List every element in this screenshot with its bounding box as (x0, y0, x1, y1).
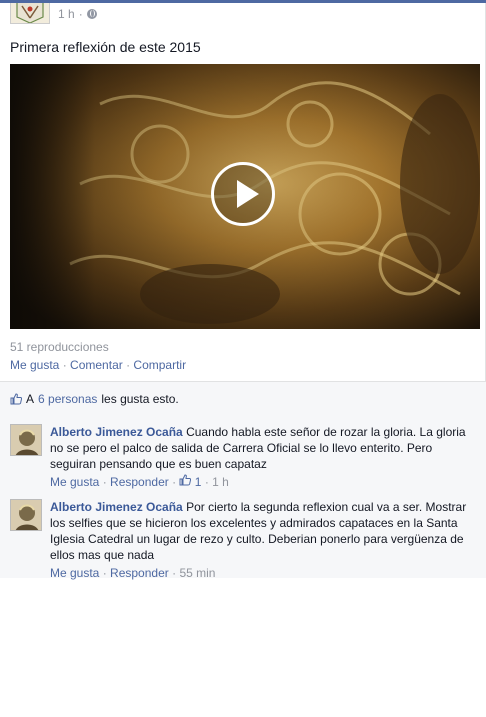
separator: · (126, 358, 131, 372)
video-player[interactable] (10, 64, 480, 329)
share-link[interactable]: Compartir (133, 358, 186, 372)
separator: · (172, 566, 177, 580)
separator: · (102, 566, 107, 580)
like-link[interactable]: Me gusta (10, 358, 59, 372)
page-avatar[interactable] (10, 3, 50, 24)
view-count: 51 reproducciones (10, 340, 109, 354)
thumbs-up-icon (179, 474, 192, 486)
comment-time[interactable]: 1 h (212, 475, 229, 489)
comment-reply-link[interactable]: Responder (110, 475, 169, 489)
comment-time[interactable]: 55 min (179, 566, 215, 580)
comment-item: Alberto Jimenez Ocaña Por cierto la segu… (10, 499, 476, 580)
post-text: Primera reflexión de este 2015 (10, 39, 201, 55)
comment-like-link[interactable]: Me gusta (50, 566, 99, 580)
post-meta: 1 h · (58, 7, 97, 21)
meta-separator: · (78, 7, 83, 21)
feedback-section: A 6 personas les gusta esto. Alberto Jim… (0, 381, 486, 580)
comment-author[interactable]: Alberto Jimenez Ocaña (50, 500, 183, 514)
globe-icon (86, 9, 97, 19)
separator: · (172, 475, 177, 489)
comment-meta: Me gusta · Responder · 1 · 1 h (50, 474, 474, 490)
likes-suffix: les gusta esto. (101, 392, 179, 406)
comment-like-link[interactable]: Me gusta (50, 475, 99, 489)
comment-reply-link[interactable]: Responder (110, 566, 169, 580)
likes-summary: A 6 personas les gusta esto. (10, 392, 179, 406)
thumbs-up-icon (10, 393, 22, 405)
likes-prefix: A (26, 392, 35, 406)
comment-author[interactable]: Alberto Jimenez Ocaña (50, 425, 183, 439)
post-card: 1 h · Primera reflexión de este 2015 51 … (0, 3, 486, 580)
comment-like-count[interactable]: 1 (195, 475, 202, 489)
post-actions: Me gusta · Comentar · Compartir (10, 358, 186, 372)
comment-meta: Me gusta · Responder · 55 min (50, 565, 474, 581)
commenter-avatar[interactable] (10, 499, 42, 531)
separator: · (102, 475, 107, 489)
likes-count-link[interactable]: 6 personas (38, 392, 97, 406)
play-icon[interactable] (211, 162, 275, 226)
comment-item: Alberto Jimenez Ocaña Cuando habla este … (10, 424, 476, 496)
comment-link[interactable]: Comentar (70, 358, 123, 372)
post-time[interactable]: 1 h (58, 7, 75, 21)
separator: · (204, 475, 209, 489)
commenter-avatar[interactable] (10, 424, 42, 456)
separator: · (62, 358, 67, 372)
